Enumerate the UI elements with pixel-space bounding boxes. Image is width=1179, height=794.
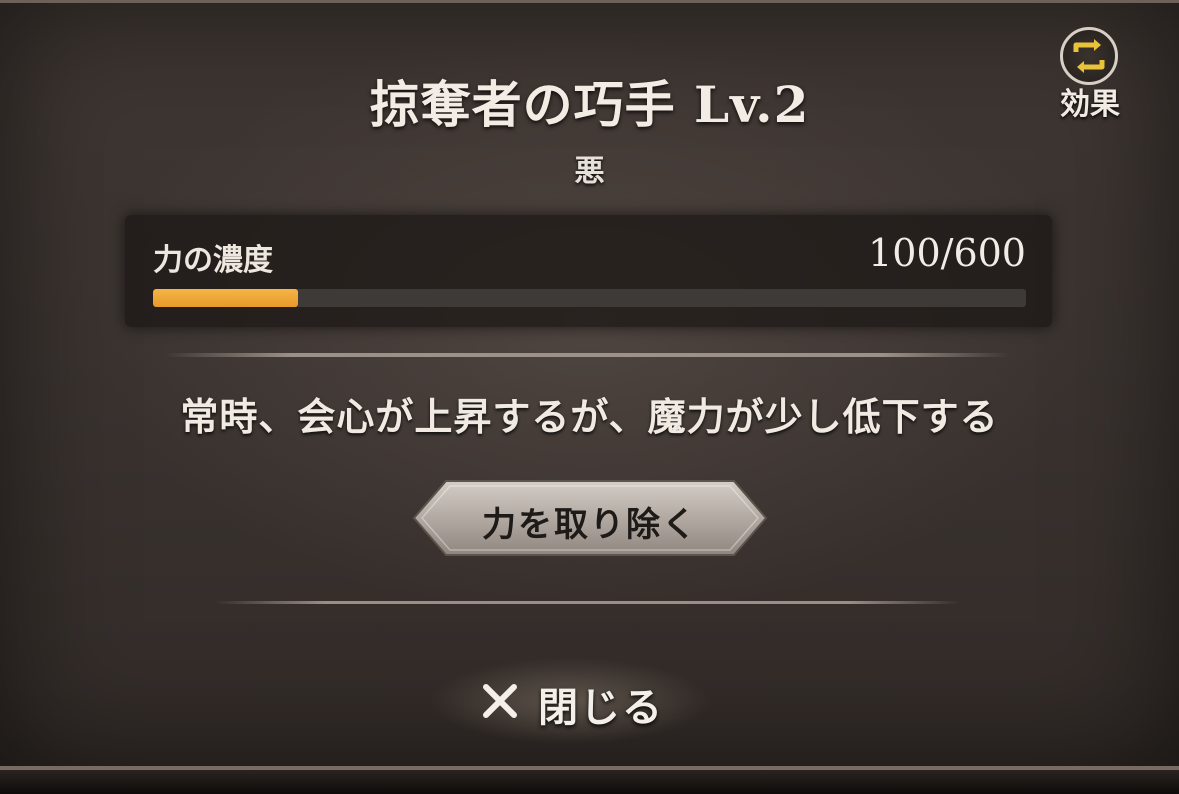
dialog-title: 掠奪者の巧手 Lv.2 [369, 75, 810, 134]
close-icon [483, 684, 517, 718]
gauge-label: 力の濃度 [153, 243, 273, 278]
close-label: 閉じる [538, 684, 664, 731]
alignment-label: 悪 [574, 154, 605, 189]
gauge-track [153, 289, 1026, 307]
effect-description: 常時、会心が上昇するが、魔力が少し低下する [180, 394, 999, 439]
swap-arrows-icon [1073, 39, 1105, 73]
effect-toggle-label: 効果 [1060, 87, 1120, 122]
divider-bottom [215, 601, 960, 604]
gauge-value: 100/600 [868, 231, 1026, 275]
divider-top [165, 353, 1010, 357]
remove-power-label: 力を取り除く [482, 505, 698, 545]
gauge-fill [153, 289, 299, 307]
remove-power-button[interactable]: 力を取り除く [412, 479, 768, 557]
skill-detail-dialog: 掠奪者の巧手 Lv.2 悪 効果 力の濃度 100/600 常時、会心が上昇する… [0, 0, 1179, 770]
power-concentration-panel: 力の濃度 100/600 [125, 215, 1052, 327]
background-strip [0, 770, 1179, 794]
effect-toggle-button[interactable]: 効果 [1050, 25, 1134, 122]
close-button[interactable]: 閉じる [430, 653, 710, 749]
game-screen: 掠奪者の巧手 Lv.2 悪 効果 力の濃度 100/600 常時、会心が上昇する… [0, 0, 1179, 794]
